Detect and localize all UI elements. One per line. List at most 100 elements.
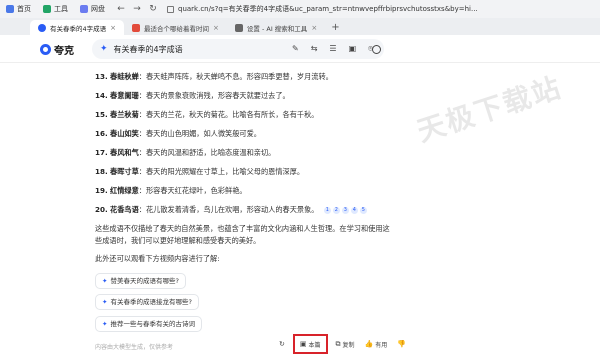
reference-badge[interactable]: 5 (359, 206, 367, 214)
list-item: 13. 春蛙秋蝉：春天蛙声阵阵，秋天蝉鸣不息。形容四季更替，岁月流转。 (95, 72, 333, 81)
item-term: 春山如笑 (110, 129, 139, 138)
list-item: 20. 花香鸟语：花儿散发着清香，鸟儿在欢唱，形容动人的春天景象。 1 2 3 … (95, 205, 367, 214)
item-term: 红情绿意 (110, 186, 139, 195)
app-tab-home[interactable]: 首页 (0, 0, 37, 18)
app-tab-home-label: 首页 (17, 5, 31, 13)
item-number: 19. (95, 186, 108, 195)
list-item: 18. 春晖寸草：春天的阳光照耀在寸草上，比喻父母的恩情深厚。 (95, 167, 304, 176)
like-label: 有用 (375, 341, 388, 349)
search-submit-icon[interactable] (372, 45, 381, 54)
new-tab-button[interactable]: + (325, 20, 345, 35)
save-label: 本篇 (308, 341, 321, 349)
suggestion-chip[interactable]: ✦ 有关春季的成语接龙有哪些? (95, 294, 199, 310)
app-tab-drive[interactable]: 网盘 (74, 0, 111, 18)
home-icon (6, 5, 14, 13)
item-number: 20. (95, 205, 108, 214)
tab-current-label: 有关春季的4字成语 (50, 24, 107, 33)
sparkle-icon: ✦ (100, 44, 108, 54)
thumbs-down-icon: 👎 (397, 340, 406, 348)
tab-second-label: 最适合个哪给着看时间 (144, 24, 210, 33)
watermark: 天极下载站 (413, 70, 566, 149)
sparkle-icon: ✦ (102, 297, 108, 306)
reference-badge[interactable]: 3 (341, 206, 349, 214)
reference-badge[interactable]: 4 (350, 206, 358, 214)
translate-icon[interactable]: ⇆ (311, 44, 318, 54)
reference-list: 1 2 3 4 5 (323, 206, 367, 214)
copy-icon: ⧉ (335, 339, 341, 348)
settings-favicon-icon (234, 23, 243, 32)
suggestion-chip[interactable]: ✦ 推荐一些与春季有关的古诗词 (95, 316, 202, 332)
item-term: 春兰秋菊 (110, 110, 139, 119)
app-tab-drive-label: 网盘 (91, 5, 105, 13)
item-text: ：春天的阳光照耀在寸草上，比喻父母的恩情深厚。 (138, 167, 305, 176)
thumbs-up-icon: 👍 (364, 340, 374, 348)
close-icon[interactable]: × (110, 24, 116, 32)
app-tab-tools[interactable]: 工具 (37, 0, 74, 18)
item-term: 春意阑珊 (110, 91, 139, 100)
item-text: ：春天的兰花，秋天的菊花。比喻各有所长，各有千秋。 (138, 110, 319, 119)
list-item: 14. 春意阑珊：春天的景象衰败消残，形容春天就要过去了。 (95, 91, 290, 100)
image-search-icon[interactable]: ▣ (349, 44, 357, 54)
save-button[interactable]: ▣ 本篇 (292, 334, 328, 354)
list-item: 15. 春兰秋菊：春天的兰花，秋天的菊花。比喻各有所长，各有千秋。 (95, 110, 319, 119)
stack-icon[interactable]: ☰ (329, 44, 336, 54)
lock-icon (167, 5, 174, 13)
tab-second[interactable]: 最适合个哪给着看时间 × (124, 20, 227, 35)
back-button[interactable]: ← (115, 3, 127, 15)
reference-badge[interactable]: 2 (332, 206, 340, 214)
reference-badge[interactable]: 1 (323, 206, 331, 214)
disclaimer-note: 内容由大模型生成，仅供参考 (95, 344, 174, 351)
address-text: quark.cn/s?q=有关春季的4字成语&uc_param_str=ntnw… (178, 5, 478, 13)
close-icon[interactable]: × (213, 24, 219, 32)
item-term: 春晖寸草 (110, 167, 139, 176)
search-header: 夸克 ✦ 有关春季的4字成语 ✎ ⇆ ☰ ▣ ⌾ (0, 35, 600, 63)
address-bar[interactable]: quark.cn/s?q=有关春季的4字成语&uc_param_str=ntnw… (167, 3, 600, 15)
copy-button[interactable]: ⧉ 复制 (334, 337, 357, 351)
item-term: 春风和气 (110, 148, 139, 157)
quark-logo[interactable]: 夸克 (40, 42, 74, 57)
more-prompt: 此外还可以观看下方视频内容进行了解: (95, 254, 220, 263)
dislike-button[interactable]: 👎 (395, 337, 408, 351)
copy-label: 复制 (342, 341, 355, 349)
search-tools: ✎ ⇆ ☰ ▣ ⌾ (292, 44, 373, 54)
arrow-left-icon: ← (117, 4, 125, 14)
close-icon[interactable]: × (311, 24, 317, 32)
suggestion-chip[interactable]: ✦ 赞美春天的成语有哪些? (95, 273, 186, 289)
cloud-drive-icon (80, 5, 88, 13)
item-term: 春蛙秋蝉 (110, 72, 139, 81)
app-tab-tools-label: 工具 (54, 5, 68, 13)
suggestion-label: 赞美春天的成语有哪些? (110, 276, 179, 285)
item-number: 18. (95, 167, 108, 176)
quark-logo-icon (40, 44, 51, 55)
save-icon: ▣ (299, 340, 307, 348)
site-favicon-icon (132, 23, 141, 32)
suggestion-label: 推荐一些与春季有关的古诗词 (110, 319, 195, 328)
tab-settings[interactable]: 设置 - AI 搜索和工具 × (227, 20, 325, 35)
tab-current[interactable]: 有关春季的4字成语 × (30, 20, 125, 35)
answer-actions: ↻ ▣ 本篇 ⧉ 复制 👍 有用 👎 (277, 334, 408, 354)
refresh-icon: ↻ (279, 340, 285, 348)
browser-titlebar: 首页 工具 网盘 ← → ↻ quark.cn/s?q=有关春季的4字成语&uc… (0, 0, 600, 18)
list-item: 19. 红情绿意：形容春天红花绿叶，色彩鲜艳。 (95, 186, 247, 195)
sparkle-icon: ✦ (102, 276, 108, 285)
arrow-right-icon: → (133, 4, 141, 14)
like-button[interactable]: 👍 有用 (363, 337, 390, 351)
summary-line-2: 些成语时，我们可以更好地理解和感受春天的美好。 (95, 236, 261, 245)
item-text: ：春天的景象衰败消残，形容春天就要过去了。 (138, 91, 290, 100)
list-item: 17. 春风和气：春天的风温和舒适，比喻态度温和亲切。 (95, 148, 275, 157)
tab-settings-label: 设置 - AI 搜索和工具 (246, 24, 308, 33)
pen-icon[interactable]: ✎ (292, 44, 299, 54)
reload-button[interactable]: ↻ (147, 3, 159, 15)
tools-icon (43, 5, 51, 13)
search-query: 有关春季的4字成语 (113, 44, 183, 54)
item-number: 16. (95, 129, 108, 138)
list-item: 16. 春山如笑：春天的山色明媚，如人微笑般可爱。 (95, 129, 261, 138)
item-number: 14. (95, 91, 108, 100)
logo-text: 夸克 (54, 46, 74, 57)
item-term: 花香鸟语 (110, 205, 139, 214)
regenerate-button[interactable]: ↻ (277, 337, 287, 351)
item-number: 17. (95, 148, 108, 157)
forward-button[interactable]: → (131, 3, 143, 15)
item-number: 15. (95, 110, 108, 119)
reload-icon: ↻ (149, 4, 157, 14)
